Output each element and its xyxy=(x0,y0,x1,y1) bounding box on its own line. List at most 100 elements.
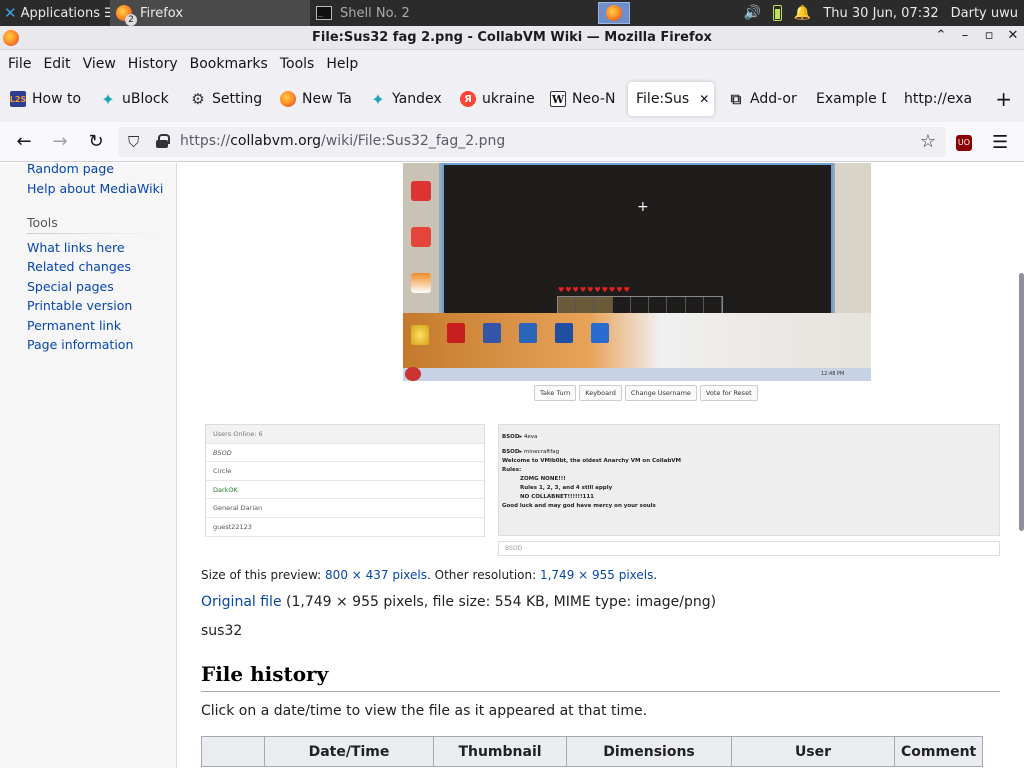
bookmark-star-icon[interactable]: ☆ xyxy=(920,131,936,152)
tab-ublock[interactable]: ✦ uBlock xyxy=(92,82,176,116)
applications-label: Applications xyxy=(20,5,100,21)
taskbar-shell[interactable]: _ Shell No. 2 xyxy=(310,0,510,26)
file-description: sus32 xyxy=(201,623,243,639)
menu-view[interactable]: View xyxy=(77,56,122,72)
tab-label: Yandex xyxy=(392,91,442,107)
window-shade-icon[interactable]: ⌃ xyxy=(934,28,948,43)
menu-tools[interactable]: Tools xyxy=(274,56,321,72)
menu-edit[interactable]: Edit xyxy=(37,56,76,72)
user-name[interactable]: Darty uwu xyxy=(951,6,1018,21)
wikipedia-icon: W xyxy=(550,91,566,107)
chat-rules-label: Rules: xyxy=(502,467,522,473)
tab-file-sus[interactable]: File:Sus ✕ xyxy=(628,82,714,116)
column-header-datetime: Date/Time xyxy=(264,736,434,767)
tab-label: Example D xyxy=(816,91,886,107)
tab-label: Neo-N xyxy=(572,91,616,107)
change-username-button: Change Username xyxy=(624,385,697,401)
app-menu-button[interactable]: ☰ xyxy=(992,132,1008,153)
ublock-origin-button[interactable]: UO xyxy=(956,135,972,151)
menu-history[interactable]: History xyxy=(122,56,184,72)
applications-menu[interactable]: ✕ Applications ☰ xyxy=(0,0,116,26)
taskbar-firefox[interactable]: 2 Firefox xyxy=(110,0,310,26)
preview-size-link[interactable]: 800 × 437 pixels xyxy=(325,568,427,582)
window-titlebar: File:Sus32 fag 2.png - CollabVM Wiki — M… xyxy=(0,26,1024,50)
file-preview-image[interactable]: + ♥♥♥♥♥♥♥♥♥♥ 12:48 PM xyxy=(403,163,871,381)
battery-icon[interactable] xyxy=(772,5,782,21)
take-turn-button: Take Turn xyxy=(534,385,577,401)
tab-http-example[interactable]: http://exa xyxy=(896,82,976,116)
url-text[interactable]: https://collabvm.org/wiki/File:Sus32_fag… xyxy=(180,133,505,149)
tab-label: New Ta xyxy=(302,91,352,107)
tab-label: Add-or xyxy=(750,91,797,107)
vm-controls: Take Turn Keyboard Change Username Vote … xyxy=(534,385,758,401)
tab-label: Setting xyxy=(212,91,263,107)
red-app-desktop-icon xyxy=(411,227,431,247)
close-icon[interactable]: ✕ xyxy=(1006,28,1020,43)
menubar: File Edit View History Bookmarks Tools H… xyxy=(0,50,1024,78)
volume-icon[interactable]: 🔊 xyxy=(743,5,760,21)
system-tray: 🔊 🔔 Thu 30 Jun, 07:32 Darty uwu xyxy=(743,0,1024,26)
wiki-sidebar: Random page Help about MediaWiki Tools W… xyxy=(0,163,177,768)
firefox-icon: 2 xyxy=(116,5,137,26)
l2s-icon: L2S xyxy=(10,91,26,107)
keyboard-button: Keyboard xyxy=(579,385,622,401)
menu-help[interactable]: Help xyxy=(320,56,364,72)
lock-icon[interactable] xyxy=(156,134,170,148)
tab-how-to[interactable]: L2S How to xyxy=(2,82,86,116)
reload-button[interactable]: ↻ xyxy=(85,131,107,153)
user-entry: General Darian xyxy=(206,499,484,518)
crosshair-icon: + xyxy=(637,199,649,215)
tab-add-ons[interactable]: ⧉ Add-or xyxy=(720,82,804,116)
sidebar-link-permanent-link[interactable]: Permanent link xyxy=(27,318,121,333)
app-desktop-icon xyxy=(555,323,573,343)
sidebar-link-printable-version[interactable]: Printable version xyxy=(27,298,132,313)
notification-bell-icon[interactable]: 🔔 xyxy=(794,5,811,21)
original-file-link[interactable]: Original file xyxy=(201,594,282,610)
workspace-switcher[interactable] xyxy=(598,2,630,24)
column-header-dimensions: Dimensions xyxy=(566,736,732,767)
sidebar-link-random-page[interactable]: Random page xyxy=(27,163,114,176)
sidebar-link-help[interactable]: Help about MediaWiki xyxy=(27,181,163,196)
tab-yandex[interactable]: ✦ Yandex xyxy=(362,82,446,116)
navigation-toolbar: ← → ↻ ⛉ https://collabvm.org/wiki/File:S… xyxy=(0,122,1024,162)
sidebar-link-what-links-here[interactable]: What links here xyxy=(27,240,125,255)
desktop-panel: ✕ Applications ☰ 2 Firefox _ Shell No. 2… xyxy=(0,0,1024,26)
menu-bookmarks[interactable]: Bookmarks xyxy=(184,56,274,72)
column-header xyxy=(201,736,265,767)
clock[interactable]: Thu 30 Jun, 07:32 xyxy=(823,6,938,21)
acrobat-desktop-icon xyxy=(447,323,465,343)
chat-rule: NO COLLABNET!!!!!!111 xyxy=(520,494,595,500)
health-hearts: ♥♥♥♥♥♥♥♥♥♥ xyxy=(558,286,631,294)
sidebar-link-related-changes[interactable]: Related changes xyxy=(27,259,131,274)
minimize-icon[interactable]: – xyxy=(958,28,972,43)
taskbar-firefox-label: Firefox xyxy=(140,5,184,21)
firefox-icon xyxy=(606,5,622,21)
file-history-table: Date/Time Thumbnail Dimensions User Comm… xyxy=(201,736,984,767)
maximize-icon[interactable]: ▫ xyxy=(982,28,996,43)
tracking-protection-icon[interactable]: ⛉ xyxy=(128,133,139,151)
forward-button[interactable]: → xyxy=(49,131,71,153)
tab-settings[interactable]: ⚙ Setting xyxy=(182,82,266,116)
other-resolution-link[interactable]: 1,749 × 955 pixels xyxy=(540,568,653,582)
user-entry: Circle xyxy=(206,462,484,481)
tab-neo-n[interactable]: W Neo-N xyxy=(542,82,622,116)
angry-birds-icon xyxy=(405,367,421,381)
close-tab-icon[interactable]: ✕ xyxy=(699,92,709,106)
sidebar-link-special-pages[interactable]: Special pages xyxy=(27,279,114,294)
chat-line: BSOD▸ 4eva xyxy=(502,434,538,440)
tab-new-tab[interactable]: New Ta xyxy=(272,82,356,116)
app-desktop-icon xyxy=(519,323,537,343)
chat-goodluck: Good luck and may god have mercy on your… xyxy=(502,503,656,509)
users-header: Users Online: 6 xyxy=(206,425,484,444)
tools-heading: Tools xyxy=(27,215,58,230)
tab-example[interactable]: Example D xyxy=(808,82,886,116)
back-button[interactable]: ← xyxy=(13,131,35,153)
menu-file[interactable]: File xyxy=(2,56,37,72)
tab-ukraine[interactable]: Я ukraine xyxy=(452,82,536,116)
new-tab-button[interactable]: + xyxy=(995,89,1012,109)
url-bar[interactable]: ⛉ https://collabvm.org/wiki/File:Sus32_f… xyxy=(118,127,946,157)
sidebar-link-page-information[interactable]: Page information xyxy=(27,337,133,352)
page-content: Random page Help about MediaWiki Tools W… xyxy=(0,163,1024,768)
page-scrollbar[interactable] xyxy=(1019,273,1024,531)
ublock-icon: ✦ xyxy=(371,89,385,109)
